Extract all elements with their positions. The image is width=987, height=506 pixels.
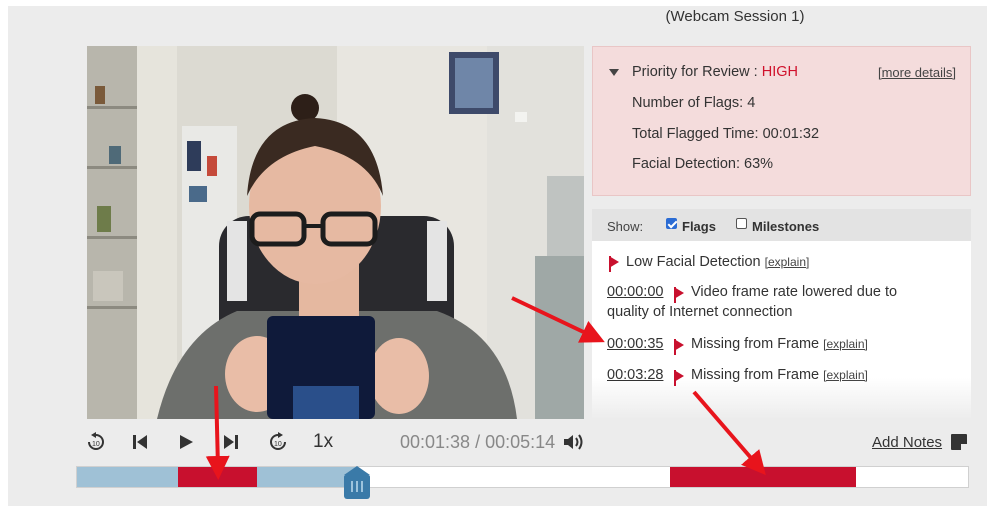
priority-panel: Priority for Review : HIGH [more details… [592,46,971,196]
red-flag-icon [674,287,684,303]
forward-10-icon[interactable]: 10 [268,432,288,457]
timeline-scrubber[interactable] [76,466,969,488]
priority-level: HIGH [761,64,798,80]
volume-icon[interactable] [563,433,585,456]
flag-segment[interactable] [670,467,856,487]
red-flag-icon [674,339,684,355]
explain-link[interactable]: [explain] [765,255,810,269]
flag-segment[interactable] [178,467,257,487]
flagged-time: Total Flagged Time: 00:01:32 [632,126,820,142]
play-icon[interactable] [177,433,195,456]
svg-text:10: 10 [274,441,282,448]
session-title: (Webcam Session 1) [665,8,805,25]
flag-timestamp-link[interactable]: 00:03:28 [607,367,663,383]
explain-link[interactable]: [explain] [823,337,868,351]
add-notes-link[interactable]: Add Notes [872,434,942,451]
flag-timestamp-link[interactable]: 00:00:35 [607,336,663,352]
explain-link[interactable]: [explain] [823,368,868,382]
svg-text:10: 10 [92,441,100,448]
webcam-video[interactable] [87,46,584,419]
priority-line: Priority for Review : HIGH [632,64,798,80]
flag-timestamp-link[interactable]: 00:00:00 [607,284,663,300]
flags-count: Number of Flags: 4 [632,95,756,111]
flag-text-continued: quality of Internet connection [607,304,793,320]
flag-text: Missing from Frame [691,367,820,383]
video-frame-image [87,46,584,419]
more-details-link[interactable]: [more details] [878,65,956,80]
facial-detection: Facial Detection: 63% [632,156,774,172]
flag-text: Missing from Frame [691,336,820,352]
red-flag-icon [609,256,619,272]
flags-checkbox-label[interactable]: Flags [682,219,716,234]
show-filter-bar: Show: Flags Milestones [592,209,971,241]
rewind-10-icon[interactable]: 10 [86,432,106,457]
collapse-caret-icon[interactable] [609,69,619,76]
priority-label: Priority for Review : [632,64,762,80]
skip-back-icon[interactable] [131,433,149,456]
skip-forward-icon[interactable] [222,433,240,456]
flags-checkbox[interactable] [666,218,677,229]
note-icon[interactable] [951,434,967,450]
playhead-handle[interactable] [344,466,370,499]
show-label: Show: [607,219,644,234]
playback-time: 00:01:38 / 00:05:14 [400,432,556,452]
flag-text: Video frame rate lowered due to [691,284,898,300]
flag-text: Low Facial Detection [626,254,761,270]
milestones-checkbox[interactable] [736,218,747,229]
red-flag-icon [674,370,684,386]
flags-panel: Show: Flags Milestones Low Facial Detect… [592,209,971,420]
milestones-checkbox-label[interactable]: Milestones [752,219,819,234]
playback-speed-button[interactable]: 1x [313,431,333,453]
